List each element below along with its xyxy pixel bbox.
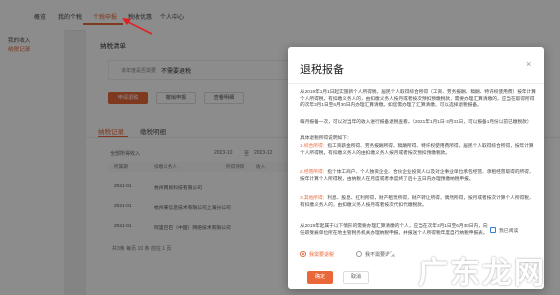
dialog-item-1: 1.综合所得：指工资薪金所得、劳务报酬所得、稿酬所得、特许权使用费所得，居民个人… <box>300 143 536 156</box>
dialog-intro: 从2019年1月1日起实施新个人所得税，居民个人取得综合所得（工资、劳务报酬、稿… <box>300 89 536 108</box>
need-refund-radio[interactable] <box>300 251 306 257</box>
no-refund-radio[interactable] <box>356 251 362 257</box>
watermark-logo-icon <box>384 250 414 280</box>
cancel-button[interactable]: 取消 <box>343 271 369 284</box>
need-refund-label: 我需要退税 <box>309 252 335 258</box>
item-1-tag: 1.综合所得： <box>300 143 328 148</box>
dialog-divider <box>288 83 544 84</box>
close-icon[interactable]: × <box>526 59 531 69</box>
read-checkbox[interactable] <box>490 227 496 233</box>
item-3-text: 利息、股息、红利所得，财产租赁所得，财产转让所得，偶然所得，按月或者按次计算个人… <box>300 195 534 207</box>
item-1-text: 指工资薪金所得、劳务报酬所得、稿酬所得、特许权使用费所得，居民个人取得综合所得，… <box>300 143 534 155</box>
dialog-item-2: 2.经营所得：指个体工商户、个人独资企业、合伙企业投资人以及对企事业单位承包经营… <box>300 169 536 182</box>
read-checkbox-label: 我已阅读 <box>499 229 519 234</box>
dialog-title: 退税报备 <box>300 64 344 76</box>
arrow-top-head <box>122 18 131 25</box>
item-2-text: 指个体工商户、个人独资企业、合伙企业投资人以及对企事业单位承包经营、承租经营取得… <box>300 169 534 181</box>
dialog-item-3: 3.其他所得：利息、股息、红利所得，财产租赁所得，财产转让所得，偶然所得，按月或… <box>300 195 536 208</box>
dialog-footnote: 从2019年起属于以下情形的需要办理汇算清缴的个人，应当在次年3月1日至6月30… <box>300 223 488 235</box>
dialog-note: 每月报备一次，可以对当年的收入进行报备退税查看。（2021年1月1日-3月31日… <box>300 119 532 124</box>
confirm-button[interactable]: 确定 <box>307 271 333 284</box>
item-3-tag: 3.其他所得： <box>300 195 328 200</box>
item-2-tag: 2.经营所得： <box>300 169 328 174</box>
dialog-subtitle: 具体退税所得说明如下： <box>300 135 352 140</box>
watermark-text: 广东龙网 <box>418 256 546 291</box>
